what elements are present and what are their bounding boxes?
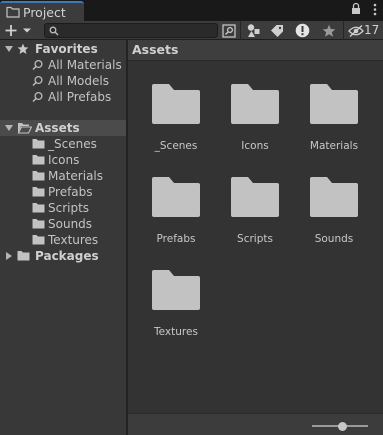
grid-item-label: Scripts [237, 233, 273, 245]
tree-item-materials[interactable]: Materials [0, 168, 126, 184]
hidden-count: 17 [364, 23, 380, 37]
filter-by-label-button[interactable] [266, 22, 288, 39]
tree-item-scripts[interactable]: Scripts [0, 200, 126, 216]
folder-icon [32, 235, 45, 245]
tree-packages[interactable]: Packages [0, 248, 126, 264]
window-tab-bar: Project [0, 0, 383, 21]
tree-item-all-models[interactable]: All Models [0, 73, 126, 89]
search-by-type-button[interactable] [218, 22, 240, 39]
folder-icon [231, 84, 279, 124]
eye-hidden-icon [348, 24, 364, 38]
chevron-down-icon [23, 28, 31, 33]
tab-project[interactable]: Project [0, 1, 84, 21]
tree-item-all-prefabs[interactable]: All Prefabs [0, 89, 126, 105]
zoom-slider-thumb[interactable] [338, 421, 348, 431]
expand-arrow-icon[interactable] [5, 45, 13, 53]
asset-grid-panel: Assets _Scenes Icons Materials Prefabs S… [128, 40, 383, 435]
folder-icon [32, 139, 45, 149]
zoom-slider[interactable] [312, 421, 368, 431]
more-options-icon[interactable] [373, 3, 377, 16]
toolbar-separator [240, 21, 241, 40]
folder-tree: Favorites All Materials All Models All P… [0, 40, 126, 435]
folder-icon [17, 251, 30, 261]
folder-icon [152, 270, 200, 310]
grid-item-scripts[interactable]: Scripts [215, 177, 295, 257]
folder-icon [6, 6, 20, 18]
breadcrumb-item-assets[interactable]: Assets [132, 42, 178, 57]
tree-label: Prefabs [48, 185, 93, 199]
hidden-packages-toggle[interactable]: 17 [346, 22, 382, 39]
grid-item-textures[interactable]: Textures [136, 270, 216, 350]
grid-item-scenes[interactable]: _Scenes [136, 84, 216, 164]
search-icon [49, 26, 59, 36]
toolbar: 17 [0, 21, 383, 40]
tree-favorites[interactable]: Favorites [0, 41, 126, 57]
folder-open-icon [17, 123, 32, 134]
warning-icon [295, 23, 309, 38]
tree-label: Sounds [48, 217, 93, 231]
toolbar-separator [343, 21, 344, 40]
tree-item-sounds[interactable]: Sounds [0, 216, 126, 232]
log-types-button[interactable] [291, 22, 313, 39]
grid-item-sounds[interactable]: Sounds [294, 177, 374, 257]
grid-item-label: _Scenes [154, 140, 198, 152]
tree-item-textures[interactable]: Textures [0, 232, 126, 248]
search-icon [32, 59, 43, 71]
folder-icon [152, 177, 200, 217]
collapsed-arrow-icon[interactable] [5, 252, 13, 260]
expand-arrow-icon[interactable] [5, 124, 13, 132]
tree-label: Scripts [48, 201, 90, 215]
search-icon [32, 75, 43, 87]
tag-icon [271, 24, 283, 37]
tree-label: _Scenes [48, 137, 97, 151]
folder-icon [32, 219, 45, 229]
grid-item-label: Prefabs [156, 233, 196, 245]
tree-item-prefabs[interactable]: Prefabs [0, 184, 126, 200]
grid-item-label: Sounds [314, 233, 354, 245]
tree-label: Assets [35, 121, 80, 135]
star-icon [17, 43, 29, 54]
tree-label: Packages [35, 249, 99, 263]
folder-icon [32, 155, 45, 165]
breadcrumb: Assets [128, 40, 383, 61]
tree-label: All Materials [48, 58, 122, 72]
folder-icon [32, 187, 45, 197]
grid-item-label: Materials [309, 140, 359, 152]
tree-item-icons[interactable]: Icons [0, 152, 126, 168]
filter-by-type-button[interactable] [242, 22, 264, 39]
lock-icon[interactable] [351, 2, 361, 15]
folder-icon [231, 177, 279, 217]
status-bar [128, 413, 383, 435]
search-window-icon [222, 23, 236, 38]
tree-item-scenes[interactable]: _Scenes [0, 136, 126, 152]
grid-item-label: Icons [241, 140, 269, 152]
tree-label: Icons [48, 153, 80, 167]
search-icon [32, 91, 43, 103]
tree-label: All Models [48, 74, 109, 88]
search-input[interactable] [61, 24, 211, 37]
grid-item-prefabs[interactable]: Prefabs [136, 177, 216, 257]
grid-item-label: Textures [154, 326, 198, 338]
grid-item-materials[interactable]: Materials [294, 84, 374, 164]
tree-label: Favorites [35, 42, 98, 56]
folder-icon [152, 84, 200, 124]
folder-icon [310, 84, 358, 124]
star-icon [322, 24, 336, 37]
search-field[interactable] [44, 23, 218, 38]
tree-label: All Prefabs [48, 90, 112, 104]
favorites-button[interactable] [318, 22, 340, 39]
grid-item-icons[interactable]: Icons [215, 84, 295, 164]
create-dropdown-button[interactable] [2, 22, 38, 39]
folder-icon [310, 177, 358, 217]
folder-icon [32, 171, 45, 181]
tree-label: Textures [48, 233, 99, 247]
tab-label: Project [23, 5, 66, 20]
plus-icon [5, 25, 17, 36]
folder-icon [32, 203, 45, 213]
tree-item-all-materials[interactable]: All Materials [0, 57, 126, 73]
tree-assets[interactable]: Assets [0, 120, 126, 136]
shapes-icon [247, 24, 259, 37]
tree-label: Materials [48, 169, 104, 183]
